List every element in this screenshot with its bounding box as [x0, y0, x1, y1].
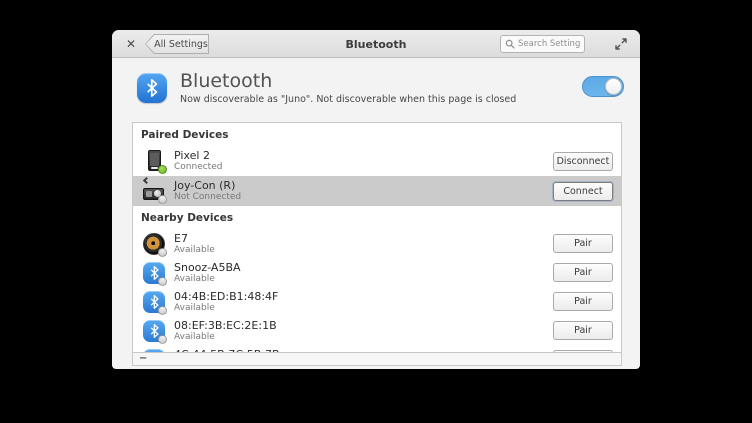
- toggle-knob: [605, 78, 622, 95]
- bluetooth-settings-window: ✕ All Settings Bluetooth: [112, 30, 640, 369]
- pair-button[interactable]: Pair: [553, 292, 613, 311]
- bluetooth-icon: [137, 73, 167, 103]
- bluetooth-device-icon: [143, 320, 165, 342]
- device-name: E7: [174, 232, 215, 245]
- status-emblem: [158, 335, 167, 344]
- device-list: Paired Devices Pixel 2 Connected Disconn…: [132, 122, 622, 352]
- search-icon: [505, 39, 515, 49]
- device-row-partial[interactable]: 4C:44:5B:7C:5B:7B Available Pair: [133, 345, 621, 352]
- list-action-bar: −: [132, 352, 622, 366]
- device-name: 04:4B:ED:B1:48:4F: [174, 290, 278, 303]
- device-status: Available: [174, 274, 241, 285]
- desktop-background: ✕ All Settings Bluetooth: [0, 0, 752, 423]
- headerbar: ✕ All Settings Bluetooth: [112, 30, 640, 58]
- device-name: Pixel 2: [174, 149, 222, 162]
- gamepad-icon: [143, 180, 165, 202]
- device-status: Available: [174, 332, 277, 343]
- remove-device-button[interactable]: −: [139, 354, 147, 364]
- status-emblem: [158, 306, 167, 315]
- device-row-mac1[interactable]: 04:4B:ED:B1:48:4F Available Pair: [133, 287, 621, 316]
- bluetooth-toggle[interactable]: [582, 76, 624, 97]
- bluetooth-device-icon: [143, 262, 165, 284]
- status-emblem: [158, 195, 167, 204]
- connected-emblem: [158, 165, 167, 174]
- all-settings-back-button[interactable]: All Settings: [145, 34, 209, 54]
- pair-button[interactable]: Pair: [553, 321, 613, 340]
- device-row-mac2[interactable]: 08:EF:3B:EC:2E:1B Available Pair: [133, 316, 621, 345]
- device-row-joycon[interactable]: Joy-Con (R) Not Connected Connect: [133, 176, 621, 206]
- speaker-icon: [143, 233, 165, 255]
- close-icon[interactable]: ✕: [122, 30, 140, 58]
- status-emblem: [158, 248, 167, 257]
- device-row-pixel2[interactable]: Pixel 2 Connected Disconnect: [133, 146, 621, 176]
- device-status: Available: [174, 245, 215, 256]
- device-name: Joy-Con (R): [174, 179, 241, 192]
- device-status: Available: [174, 303, 278, 314]
- device-row-e7[interactable]: E7 Available Pair: [133, 229, 621, 258]
- section-header-paired: Paired Devices: [133, 123, 621, 146]
- device-name: Snooz-A5BA: [174, 261, 241, 274]
- pair-button[interactable]: Pair: [553, 234, 613, 253]
- device-row-snooz[interactable]: Snooz-A5BA Available Pair: [133, 258, 621, 287]
- bluetooth-device-icon: [143, 291, 165, 313]
- search-field[interactable]: [500, 35, 585, 53]
- page-title: Bluetooth: [180, 70, 272, 92]
- device-name: 08:EF:3B:EC:2E:1B: [174, 319, 277, 332]
- disconnect-button[interactable]: Disconnect: [553, 152, 613, 171]
- section-header-nearby: Nearby Devices: [133, 206, 621, 229]
- discoverable-status-text: Now discoverable as "Juno". Not discover…: [180, 94, 516, 105]
- pair-button[interactable]: Pair: [553, 263, 613, 282]
- connect-button[interactable]: Connect: [553, 182, 613, 201]
- device-status: Connected: [174, 162, 222, 173]
- device-status: Not Connected: [174, 192, 241, 203]
- search-input[interactable]: [518, 39, 580, 49]
- phone-icon: [143, 150, 165, 172]
- all-settings-label: All Settings: [146, 35, 208, 53]
- status-emblem: [158, 277, 167, 286]
- maximize-icon[interactable]: [614, 37, 628, 51]
